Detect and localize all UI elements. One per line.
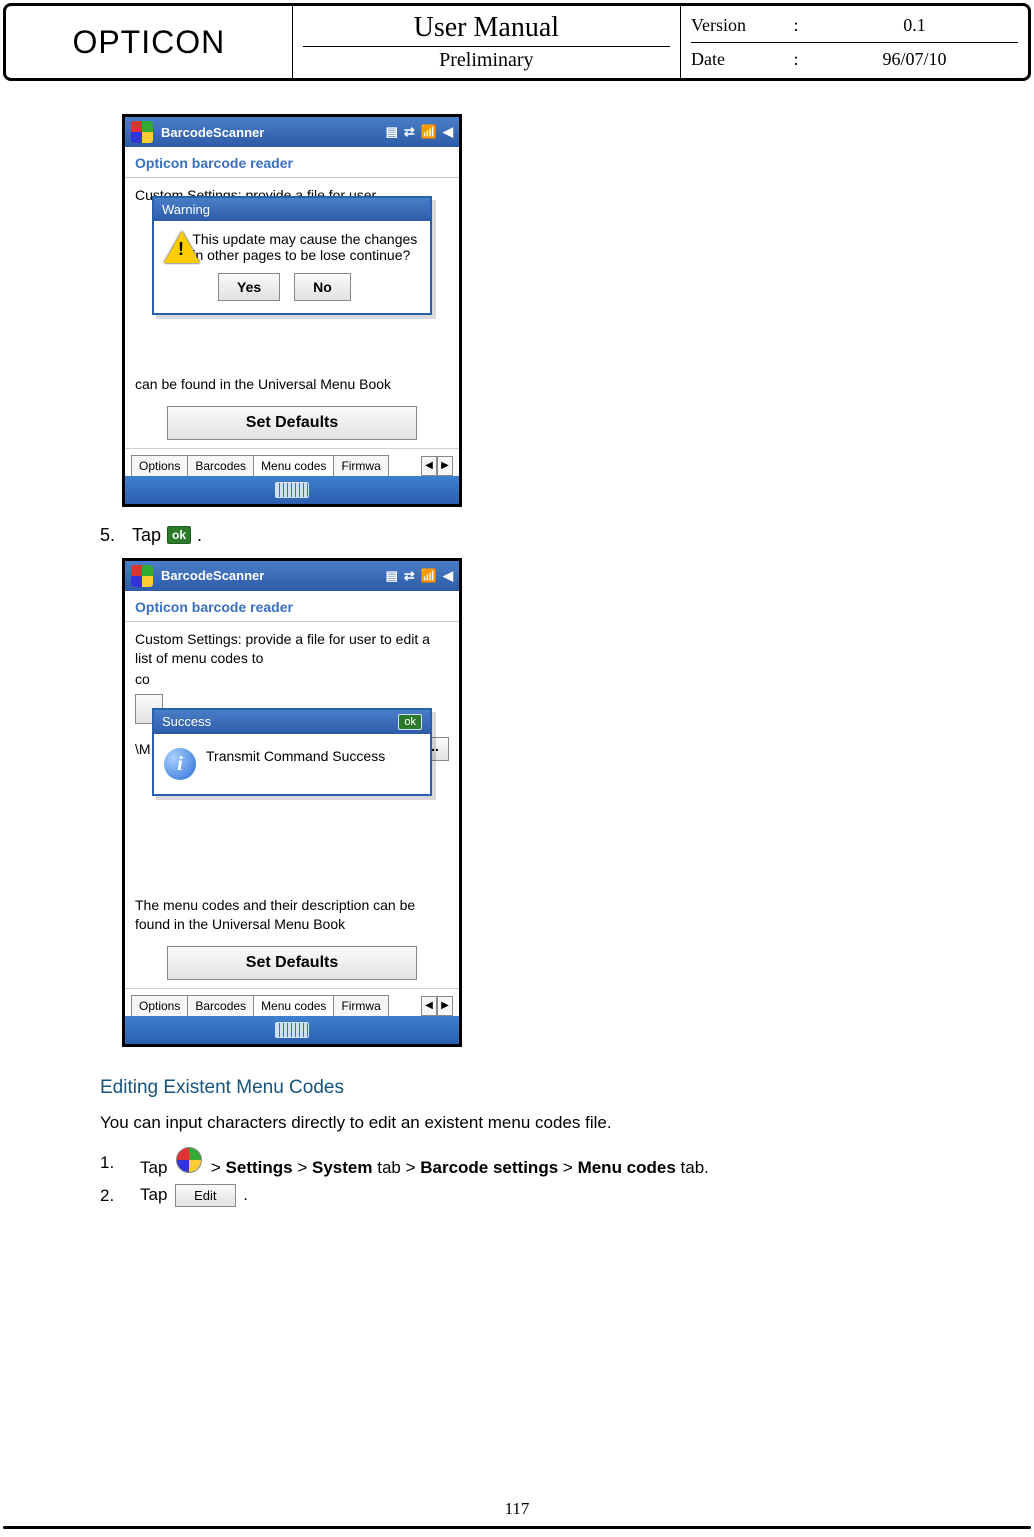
date-value: 96/07/10 [811,49,1018,70]
dialog-title-text: Warning [162,202,210,217]
bottombar [125,476,459,504]
signal-icon[interactable]: 📶 [421,124,437,140]
section-intro: You can input characters directly to edi… [100,1113,964,1133]
step-1: 1. Tap > Settings > System tab > Barcode… [100,1147,964,1178]
signal-icon[interactable]: 📶 [421,568,437,584]
doc-meta: Version : 0.1 Date : 96/07/10 [681,6,1028,78]
titlebar: BarcodeScanner ▤ ⇄ 📶 ◀ [125,117,459,147]
info-icon: i [164,748,196,780]
tray-icon[interactable]: ▤ [386,568,398,584]
app-header: Opticon barcode reader [125,147,459,178]
page-number: 117 [0,1499,1034,1519]
tab-options[interactable]: Options [131,995,188,1016]
start-icon[interactable] [131,121,153,143]
brand: OPTICON [6,6,292,78]
tray-icon[interactable]: ▤ [386,124,398,140]
screenshot-warning: BarcodeScanner ▤ ⇄ 📶 ◀ Opticon barcode r… [122,114,462,507]
tab-scroll-left-icon[interactable]: ◀ [421,996,437,1016]
titlebar-text: BarcodeScanner [161,568,264,583]
tabs-row: Options Barcodes Menu codes Firmwa ◀ ▶ [125,988,459,1016]
volume-icon[interactable]: ◀ [443,568,453,584]
doc-title: User Manual [303,12,670,47]
titlebar-text: BarcodeScanner [161,125,264,140]
tab-scroll-left-icon[interactable]: ◀ [421,456,437,476]
titlebar: BarcodeScanner ▤ ⇄ 📶 ◀ [125,561,459,591]
tab-scroll-right-icon[interactable]: ▶ [437,996,453,1016]
success-dialog: Success ok i Transmit Command Success [152,708,432,796]
step-2: 2. Tap Edit . [100,1184,964,1207]
tabs-row: Options Barcodes Menu codes Firmwa ◀ ▶ [125,448,459,476]
yes-button[interactable]: Yes [218,273,280,301]
page-header: OPTICON User Manual Preliminary Version … [3,3,1031,81]
tab-scroll-right-icon[interactable]: ▶ [437,456,453,476]
tab-barcodes[interactable]: Barcodes [187,455,254,476]
keyboard-icon[interactable] [275,482,309,498]
volume-icon[interactable]: ◀ [443,124,453,140]
body-top: Custom Settings: provide a file for user… [135,630,449,668]
ok-icon[interactable]: ok [167,526,191,544]
connectivity-icon[interactable]: ⇄ [404,124,415,140]
below-text: The menu codes and their description can… [135,896,449,934]
no-button[interactable]: No [294,273,351,301]
version-label: Version [691,15,781,36]
tab-menu-codes[interactable]: Menu codes [253,995,334,1016]
start-icon[interactable] [176,1147,202,1173]
connectivity-icon[interactable]: ⇄ [404,568,415,584]
date-label: Date [691,49,781,70]
warning-icon: ! [164,231,182,263]
tab-menu-codes[interactable]: Menu codes [253,455,334,476]
bottombar [125,1016,459,1044]
footer-rule [3,1526,1031,1529]
tab-firmware[interactable]: Firmwa [333,995,388,1016]
below-text: can be found in the Universal Menu Book [135,375,449,394]
tab-options[interactable]: Options [131,455,188,476]
section-heading: Editing Existent Menu Codes [100,1077,964,1099]
start-icon[interactable] [131,565,153,587]
ok-button[interactable]: ok [398,714,422,730]
set-defaults-button[interactable]: Set Defaults [167,946,417,980]
keyboard-icon[interactable] [275,1022,309,1038]
doc-title-cell: User Manual Preliminary [292,6,680,78]
doc-subtitle: Preliminary [303,47,670,72]
tab-firmware[interactable]: Firmwa [333,455,388,476]
edit-button[interactable]: Edit [175,1184,235,1207]
dialog-title-text: Success [162,714,211,729]
dialog-message: This update may cause the changes in oth… [192,231,420,263]
version-value: 0.1 [811,15,1018,36]
screenshot-success: BarcodeScanner ▤ ⇄ 📶 ◀ Opticon barcode r… [122,558,462,1047]
app-header: Opticon barcode reader [125,591,459,622]
tab-barcodes[interactable]: Barcodes [187,995,254,1016]
warning-dialog: Warning ! This update may cause the chan… [152,196,432,315]
set-defaults-button[interactable]: Set Defaults [167,406,417,440]
step-5: 5. Tap ok . [100,525,964,546]
dialog-message: Transmit Command Success [206,748,385,764]
